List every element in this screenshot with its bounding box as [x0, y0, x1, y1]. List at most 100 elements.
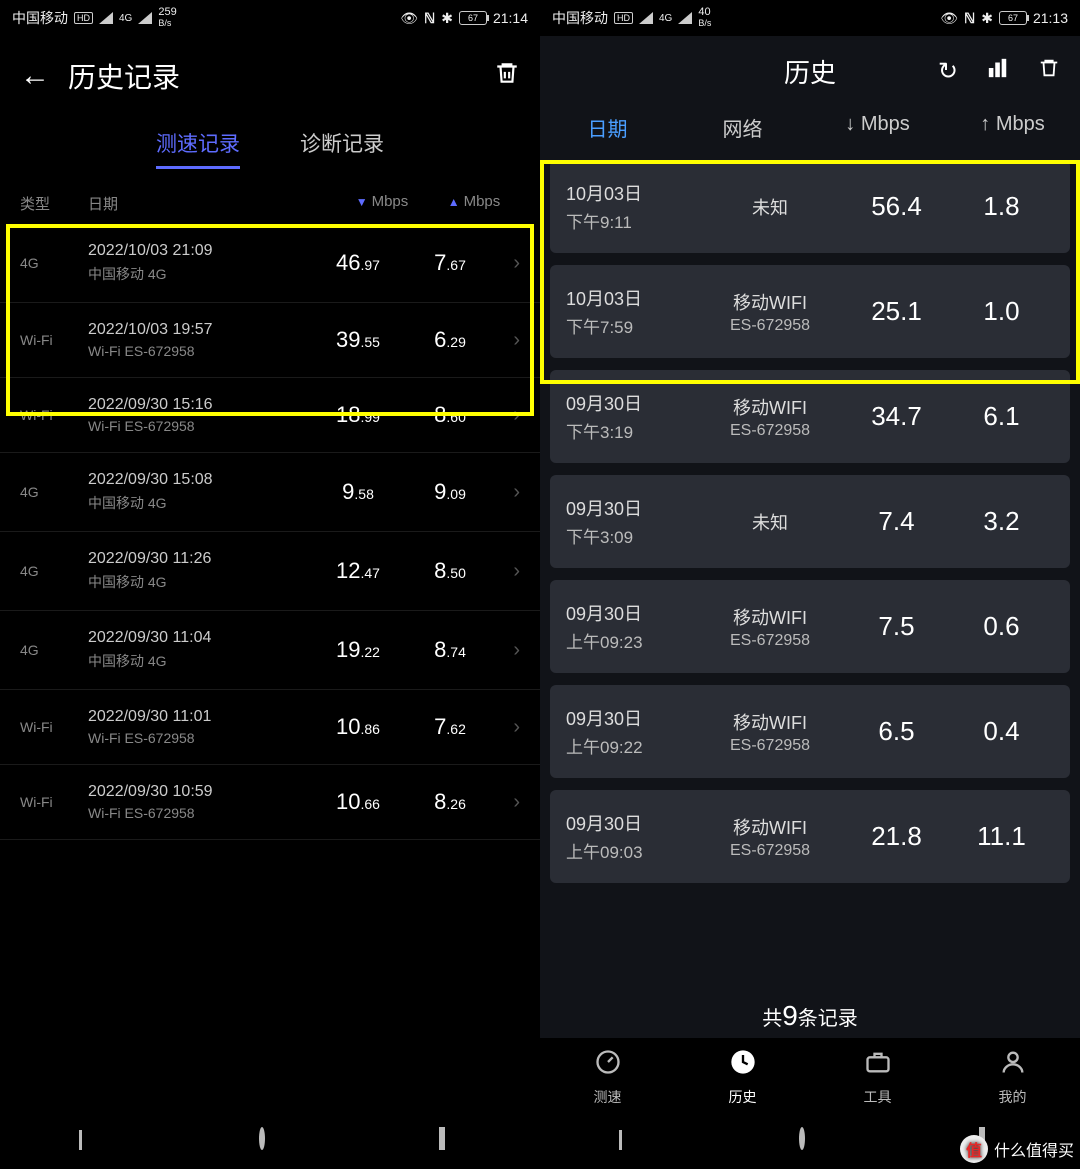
signal-icon-2 [678, 12, 692, 24]
page-header: 历史 ↻ [540, 36, 1080, 97]
table-row[interactable]: 10月03日下午9:11未知56.41.8 [550, 160, 1070, 253]
download-speed: 21.8 [844, 821, 949, 852]
carrier-label: 中国移动 [12, 8, 68, 28]
table-row[interactable]: 09月30日上午09:23移动WIFIES-6729587.50.6 [550, 580, 1070, 673]
date-line2: 下午3:19 [566, 418, 696, 443]
upload-speed: 8.26 [404, 789, 496, 815]
person-icon [999, 1048, 1027, 1083]
table-row[interactable]: 4G2022/09/30 15:08中国移动 4G9.589.09› [0, 453, 540, 532]
tab-diag-records[interactable]: 诊断记录 [300, 128, 384, 169]
chevron-right-icon: › [496, 329, 520, 352]
network-type: 4G [119, 13, 132, 24]
date-line2: 下午9:11 [566, 208, 696, 233]
row-info: 2022/09/30 10:59Wi-Fi ES-672958 [88, 783, 312, 821]
row-info: 2022/10/03 21:09中国移动 4G [88, 242, 312, 284]
row-info: 2022/09/30 15:08中国移动 4G [88, 471, 312, 513]
nav-tool[interactable]: 工具 [810, 1048, 945, 1107]
network-label: Wi-Fi ES-672958 [88, 805, 312, 821]
table-row[interactable]: 4G2022/09/30 11:04中国移动 4G19.228.74› [0, 611, 540, 690]
download-speed: 46.97 [312, 250, 404, 276]
date-label: 2022/09/30 11:01 [88, 708, 312, 726]
table-row[interactable]: 4G2022/10/03 21:09中国移动 4G46.977.67› [0, 224, 540, 303]
table-row[interactable]: Wi-Fi2022/09/30 15:16Wi-Fi ES-67295818.9… [0, 378, 540, 453]
table-row[interactable]: 09月30日下午3:19移动WIFIES-67295834.76.1 [550, 370, 1070, 463]
network-label: 中国移动 4G [88, 651, 312, 671]
date-line1: 10月03日 [566, 285, 696, 311]
nav-history[interactable]: 历史 [675, 1048, 810, 1107]
network-label: Wi-Fi ES-672958 [88, 343, 312, 359]
network-line1: 移动WIFI [696, 289, 844, 315]
type-label: Wi-Fi [20, 407, 88, 423]
upload-speed: 3.2 [949, 506, 1054, 537]
date-line2: 上午09:22 [566, 733, 696, 758]
table-row[interactable]: 10月03日下午7:59移动WIFIES-67295825.11.0 [550, 265, 1070, 358]
table-row[interactable]: Wi-Fi2022/09/30 11:01Wi-Fi ES-67295810.8… [0, 690, 540, 765]
status-bar: 中国移动 HD 4G 40B/s 👁 ℕ ✱ 67 21:13 [540, 0, 1080, 36]
nav-mine[interactable]: 我的 [945, 1048, 1080, 1107]
table-row[interactable]: Wi-Fi2022/09/30 10:59Wi-Fi ES-67295810.6… [0, 765, 540, 840]
upload-speed: 11.1 [949, 821, 1054, 852]
nav-recent-icon[interactable] [439, 1130, 461, 1152]
upload-speed: 1.8 [949, 191, 1054, 222]
back-icon[interactable]: ← [20, 61, 50, 91]
table-row[interactable]: Wi-Fi2022/10/03 19:57Wi-Fi ES-67295839.5… [0, 303, 540, 378]
tab-date[interactable]: 日期 [540, 113, 675, 142]
table-row[interactable]: 09月30日上午09:22移动WIFIES-6729586.50.4 [550, 685, 1070, 778]
network-cell: 未知 [696, 509, 844, 535]
date-label: 2022/09/30 15:16 [88, 396, 312, 414]
date-cell: 10月03日下午9:11 [566, 180, 696, 233]
network-label: 中国移动 4G [88, 572, 312, 592]
network-label: Wi-Fi ES-672958 [88, 418, 312, 434]
table-row[interactable]: 09月30日下午3:09未知7.43.2 [550, 475, 1070, 568]
battery-icon: 67 [999, 11, 1027, 25]
chevron-right-icon: › [496, 560, 520, 583]
row-info: 2022/09/30 11:26中国移动 4G [88, 550, 312, 592]
col-download[interactable]: ▼Mbps [336, 193, 428, 214]
type-label: Wi-Fi [20, 794, 88, 810]
download-speed: 7.4 [844, 506, 949, 537]
date-line1: 10月03日 [566, 180, 696, 206]
chevron-right-icon: › [496, 639, 520, 662]
nav-home-icon[interactable] [259, 1130, 281, 1152]
clock-label: 21:14 [493, 10, 528, 26]
network-label: Wi-Fi ES-672958 [88, 730, 312, 746]
nav-back-icon[interactable] [619, 1130, 641, 1152]
page-header: ← 历史记录 [0, 36, 540, 110]
bluetooth-icon: ✱ [981, 10, 993, 27]
col-upload[interactable]: ▲Mbps [428, 193, 520, 214]
nav-speed[interactable]: 测速 [540, 1048, 675, 1107]
tab-download[interactable]: ↓ Mbps [810, 113, 945, 142]
trash-icon[interactable] [1038, 56, 1060, 87]
table-row[interactable]: 09月30日上午09:03移动WIFIES-67295821.811.1 [550, 790, 1070, 883]
upload-speed: 0.4 [949, 716, 1054, 747]
chevron-right-icon: › [496, 716, 520, 739]
type-label: Wi-Fi [20, 332, 88, 348]
nav-home-icon[interactable] [799, 1130, 821, 1152]
tab-speed-records[interactable]: 测速记录 [156, 128, 240, 169]
network-cell: 移动WIFIES-672958 [696, 709, 844, 755]
network-line2: ES-672958 [696, 632, 844, 650]
upload-speed: 8.60 [404, 402, 496, 428]
network-line1: 未知 [696, 194, 844, 220]
tab-network[interactable]: 网络 [675, 113, 810, 142]
table-row[interactable]: 4G2022/09/30 11:26中国移动 4G12.478.50› [0, 532, 540, 611]
date-cell: 10月03日下午7:59 [566, 285, 696, 338]
date-cell: 09月30日上午09:23 [566, 600, 696, 653]
records-list: 10月03日下午9:11未知56.41.810月03日下午7:59移动WIFIE… [540, 160, 1080, 992]
download-speed: 12.47 [312, 558, 404, 584]
refresh-icon[interactable]: ↻ [938, 57, 958, 86]
bottom-nav: 测速 历史 工具 我的 [540, 1038, 1080, 1113]
network-line1: 未知 [696, 509, 844, 535]
type-label: 4G [20, 255, 88, 271]
upload-speed: 0.6 [949, 611, 1054, 642]
download-speed: 34.7 [844, 401, 949, 432]
trash-icon[interactable] [494, 59, 520, 94]
nav-back-icon[interactable] [79, 1130, 101, 1152]
tab-upload[interactable]: ↑ Mbps [945, 113, 1080, 142]
upload-speed: 8.50 [404, 558, 496, 584]
sort-up-icon: ▲ [448, 195, 460, 209]
chart-icon[interactable] [986, 57, 1010, 86]
network-cell: 未知 [696, 194, 844, 220]
type-label: 4G [20, 642, 88, 658]
network-line1: 移动WIFI [696, 394, 844, 420]
